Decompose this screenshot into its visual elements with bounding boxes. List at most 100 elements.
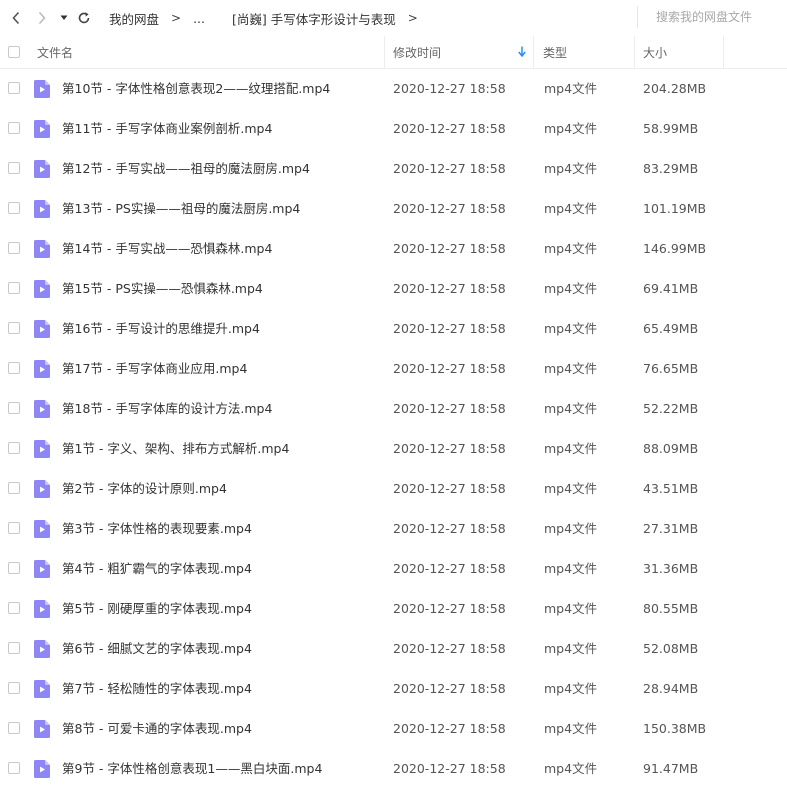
file-modified-time: 2020-12-27 18:58: [393, 321, 506, 336]
file-modified-time: 2020-12-27 18:58: [393, 761, 506, 776]
file-modified-time: 2020-12-27 18:58: [393, 681, 506, 696]
row-checkbox[interactable]: [8, 762, 20, 774]
file-name[interactable]: 第11节 - 手写字体商业案例剖析.mp4: [62, 109, 272, 149]
file-type: mp4文件: [544, 681, 598, 696]
file-row[interactable]: 第4节 - 粗犷霸气的字体表现.mp4 2020-12-27 18:58 mp4文件…: [0, 549, 787, 589]
file-size: 69.41MB: [643, 281, 699, 296]
file-row[interactable]: 第17节 - 手写字体商业应用.mp4 2020-12-27 18:58 mp4文件…: [0, 349, 787, 389]
video-file-icon: [34, 680, 50, 698]
row-checkbox[interactable]: [8, 202, 20, 214]
file-size: 101.19MB: [643, 201, 707, 216]
row-checkbox[interactable]: [8, 242, 20, 254]
file-size: 28.94MB: [643, 681, 699, 696]
file-row[interactable]: 第7节 - 轻松随性的字体表现.mp4 2020-12-27 18:58 mp4文件…: [0, 669, 787, 709]
file-modified-time: 2020-12-27 18:58: [393, 81, 506, 96]
breadcrumb-current-folder[interactable]: [尚巍] 手写体字形设计与表现: [232, 9, 396, 28]
video-file-icon: [34, 200, 50, 218]
file-modified-time: 2020-12-27 18:58: [393, 561, 506, 576]
video-file-icon: [34, 320, 50, 338]
row-checkbox[interactable]: [8, 722, 20, 734]
row-checkbox[interactable]: [8, 682, 20, 694]
file-modified-time: 2020-12-27 18:58: [393, 161, 506, 176]
file-name[interactable]: 第6节 - 细腻文艺的字体表现.mp4: [62, 629, 252, 669]
file-name[interactable]: 第10节 - 字体性格创意表现2——纹理搭配.mp4: [62, 69, 330, 109]
file-name[interactable]: 第12节 - 手写实战——祖母的魔法厨房.mp4: [62, 149, 310, 189]
file-row[interactable]: 第13节 - PS实操——祖母的魔法厨房.mp4 2020-12-27 18:58…: [0, 189, 787, 229]
column-header-type[interactable]: 类型: [533, 36, 634, 68]
row-checkbox[interactable]: [8, 482, 20, 494]
column-header-size[interactable]: 大小: [634, 36, 724, 68]
row-checkbox[interactable]: [8, 402, 20, 414]
file-type: mp4文件: [544, 601, 598, 616]
file-name[interactable]: 第1节 - 字义、架构、排布方式解析.mp4: [62, 429, 289, 469]
file-row[interactable]: 第18节 - 手写字体库的设计方法.mp4 2020-12-27 18:58 mp4…: [0, 389, 787, 429]
file-row[interactable]: 第14节 - 手写实战——恐惧森林.mp4 2020-12-27 18:58 mp4…: [0, 229, 787, 269]
file-row[interactable]: 第10节 - 字体性格创意表现2——纹理搭配.mp4 2020-12-27 18:…: [0, 69, 787, 109]
file-modified-time: 2020-12-27 18:58: [393, 721, 506, 736]
video-file-icon: [34, 120, 50, 138]
row-checkbox[interactable]: [8, 282, 20, 294]
file-row[interactable]: 第1节 - 字义、架构、排布方式解析.mp4 2020-12-27 18:58 mp…: [0, 429, 787, 469]
video-file-icon: [34, 720, 50, 738]
file-name[interactable]: 第4节 - 粗犷霸气的字体表现.mp4: [62, 549, 252, 589]
history-dropdown-button[interactable]: [55, 0, 73, 36]
file-name[interactable]: 第5节 - 刚硬厚重的字体表现.mp4: [62, 589, 252, 629]
file-type: mp4文件: [544, 521, 598, 536]
file-modified-time: 2020-12-27 18:58: [393, 241, 506, 256]
file-name[interactable]: 第18节 - 手写字体库的设计方法.mp4: [62, 389, 272, 429]
file-row[interactable]: 第8节 - 可爱卡通的字体表现.mp4 2020-12-27 18:58 mp4文件…: [0, 709, 787, 749]
file-size: 150.38MB: [643, 721, 707, 736]
column-header-modified[interactable]: 修改时间: [384, 36, 532, 68]
file-type: mp4文件: [544, 721, 598, 736]
file-row[interactable]: 第11节 - 手写字体商业案例剖析.mp4 2020-12-27 18:58 mp4…: [0, 109, 787, 149]
file-name[interactable]: 第2节 - 字体的设计原则.mp4: [62, 469, 227, 509]
back-button[interactable]: [3, 0, 29, 36]
video-file-icon: [34, 160, 50, 178]
file-size: 88.09MB: [643, 441, 699, 456]
file-name[interactable]: 第14节 - 手写实战——恐惧森林.mp4: [62, 229, 272, 269]
file-size: 52.08MB: [643, 641, 699, 656]
file-modified-time: 2020-12-27 18:58: [393, 441, 506, 456]
file-row[interactable]: 第16节 - 手写设计的思维提升.mp4 2020-12-27 18:58 mp4文…: [0, 309, 787, 349]
select-all-checkbox[interactable]: [8, 46, 20, 58]
chevron-left-icon: [12, 11, 20, 25]
chevron-right-icon: [38, 11, 46, 25]
file-name[interactable]: 第13节 - PS实操——祖母的魔法厨房.mp4: [62, 189, 300, 229]
file-row[interactable]: 第9节 - 字体性格创意表现1——黑白块面.mp4 2020-12-27 18:5…: [0, 749, 787, 789]
file-row[interactable]: 第15节 - PS实操——恐惧森林.mp4 2020-12-27 18:58 mp4…: [0, 269, 787, 309]
row-checkbox[interactable]: [8, 122, 20, 134]
breadcrumb-ellipsis[interactable]: ...: [193, 11, 205, 26]
row-checkbox[interactable]: [8, 522, 20, 534]
file-name[interactable]: 第3节 - 字体性格的表现要素.mp4: [62, 509, 252, 549]
search-input[interactable]: [654, 9, 787, 25]
video-file-icon: [34, 400, 50, 418]
file-size: 52.22MB: [643, 401, 699, 416]
file-type: mp4文件: [544, 161, 598, 176]
file-name[interactable]: 第16节 - 手写设计的思维提升.mp4: [62, 309, 260, 349]
top-nav-bar: 我的网盘 > ... [尚巍] 手写体字形设计与表现 >: [0, 0, 787, 36]
file-row[interactable]: 第5节 - 刚硬厚重的字体表现.mp4 2020-12-27 18:58 mp4文件…: [0, 589, 787, 629]
file-row[interactable]: 第12节 - 手写实战——祖母的魔法厨房.mp4 2020-12-27 18:58…: [0, 149, 787, 189]
refresh-button[interactable]: [73, 0, 95, 36]
file-row[interactable]: 第2节 - 字体的设计原则.mp4 2020-12-27 18:58 mp4文件 43…: [0, 469, 787, 509]
row-checkbox[interactable]: [8, 362, 20, 374]
row-checkbox[interactable]: [8, 82, 20, 94]
file-name[interactable]: 第8节 - 可爱卡通的字体表现.mp4: [62, 709, 252, 749]
file-type: mp4文件: [544, 281, 598, 296]
row-checkbox[interactable]: [8, 602, 20, 614]
file-row[interactable]: 第6节 - 细腻文艺的字体表现.mp4 2020-12-27 18:58 mp4文件…: [0, 629, 787, 669]
file-name[interactable]: 第15节 - PS实操——恐惧森林.mp4: [62, 269, 263, 309]
file-name[interactable]: 第7节 - 轻松随性的字体表现.mp4: [62, 669, 252, 709]
file-row[interactable]: 第3节 - 字体性格的表现要素.mp4 2020-12-27 18:58 mp4文件…: [0, 509, 787, 549]
row-checkbox[interactable]: [8, 562, 20, 574]
file-name[interactable]: 第17节 - 手写字体商业应用.mp4: [62, 349, 247, 389]
file-type: mp4文件: [544, 121, 598, 136]
breadcrumb-my-drive[interactable]: 我的网盘: [109, 9, 159, 28]
forward-button[interactable]: [29, 0, 55, 36]
row-checkbox[interactable]: [8, 162, 20, 174]
file-name[interactable]: 第9节 - 字体性格创意表现1——黑白块面.mp4: [62, 749, 322, 789]
row-checkbox[interactable]: [8, 322, 20, 334]
column-header-name[interactable]: 文件名: [37, 36, 383, 68]
row-checkbox[interactable]: [8, 642, 20, 654]
row-checkbox[interactable]: [8, 442, 20, 454]
